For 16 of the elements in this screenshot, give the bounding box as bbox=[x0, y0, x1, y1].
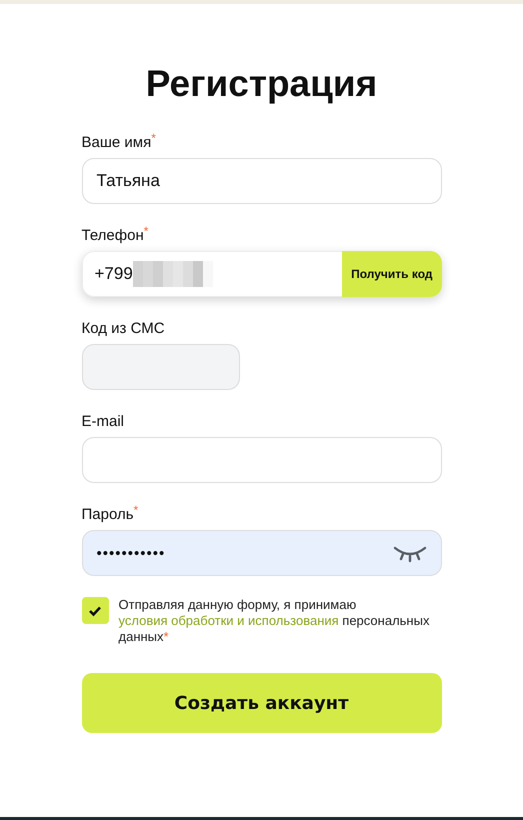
consent-text: Отправляя данную форму, я принимаю условия обработки и использования персональных данных* bbox=[118, 597, 430, 645]
field-label: Пароль$^{*}$ bbox=[82, 506, 138, 524]
consent-checkbox[interactable] bbox=[82, 597, 108, 624]
field-label: Код из СМС bbox=[82, 320, 165, 338]
password-field[interactable]: ••••••••••• bbox=[82, 530, 442, 576]
checkmark-icon bbox=[88, 604, 102, 616]
get-code-button[interactable]: Получить код bbox=[342, 251, 442, 297]
field-label: Ваше имя$^{*}$ bbox=[82, 134, 156, 152]
field-label: E-mail bbox=[82, 413, 124, 431]
input-field[interactable]: Татьяна bbox=[82, 158, 442, 204]
input-field[interactable] bbox=[82, 344, 240, 390]
create-account-button[interactable]: Создать аккаунт bbox=[82, 673, 442, 733]
field-label: Телефон$^{*}$ bbox=[82, 227, 148, 245]
phone-field[interactable]: +799 Получить код bbox=[82, 251, 442, 297]
input-field[interactable] bbox=[82, 437, 442, 483]
page-title: Регистрация bbox=[144, 62, 378, 106]
